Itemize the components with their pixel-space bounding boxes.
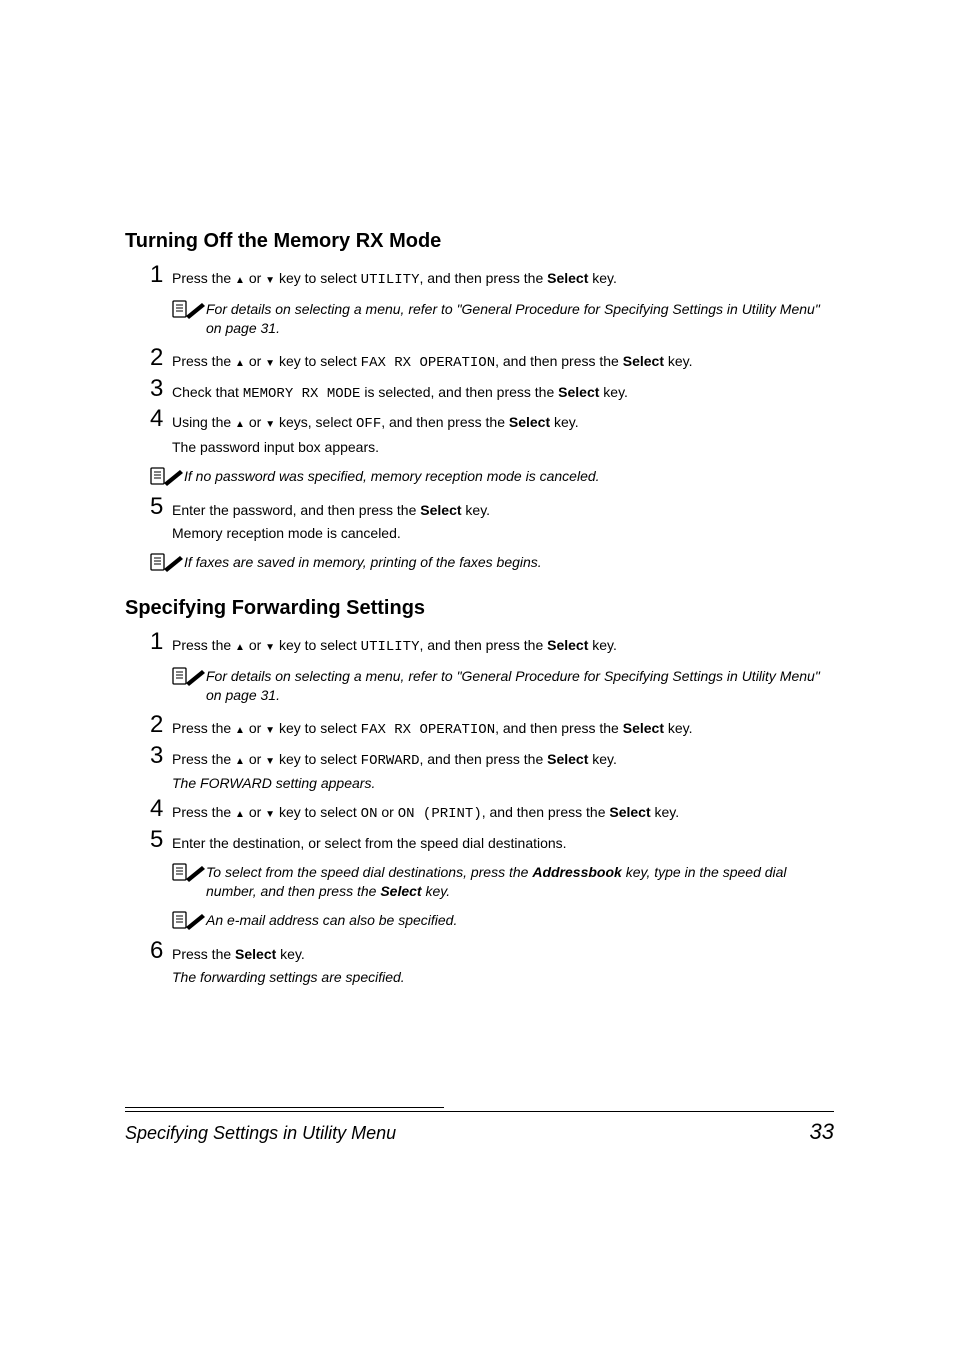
step-text: Check that MEMORY RX MODE is selected, a… — [172, 377, 834, 404]
up-arrow-icon — [235, 414, 245, 430]
down-arrow-icon — [265, 720, 275, 736]
section1-body: 1 Press the or key to select UTILITY, an… — [150, 263, 834, 573]
s1-step5-sub: Memory reception mode is canceled. — [172, 524, 834, 543]
step-number: 4 — [150, 407, 172, 431]
note-text: An e-mail address can also be specified. — [206, 909, 834, 930]
page: Turning Off the Memory RX Mode 1 Press t… — [0, 0, 954, 1350]
s2-step4: 4 Press the or key to select ON or ON (P… — [150, 797, 834, 824]
footer-rule — [125, 1107, 834, 1113]
step-number: 2 — [150, 346, 172, 370]
up-arrow-icon — [235, 804, 245, 820]
up-arrow-icon — [235, 720, 245, 736]
down-arrow-icon — [265, 804, 275, 820]
step-number: 3 — [150, 377, 172, 401]
s1-note1: For details on selecting a menu, refer t… — [172, 298, 834, 338]
down-arrow-icon — [265, 353, 275, 369]
s1-note2: If no password was specified, memory rec… — [150, 465, 834, 487]
section2-body: 1 Press the or key to select UTILITY, an… — [150, 630, 834, 987]
down-arrow-icon — [265, 270, 275, 286]
down-arrow-icon — [265, 751, 275, 767]
s1-note3: If faxes are saved in memory, printing o… — [150, 551, 834, 573]
step-text: Using the or keys, select OFF, and then … — [172, 407, 834, 434]
step-text: Enter the destination, or select from th… — [172, 828, 834, 853]
note-text: For details on selecting a menu, refer t… — [206, 298, 834, 338]
note-text: If no password was specified, memory rec… — [184, 465, 834, 486]
note-text: If faxes are saved in memory, printing o… — [184, 551, 834, 572]
s1-step4: 4 Using the or keys, select OFF, and the… — [150, 407, 834, 434]
s1-step4-sub: The password input box appears. — [172, 438, 834, 457]
step-number: 1 — [150, 630, 172, 654]
step-text: Press the or key to select FORWARD, and … — [172, 744, 834, 771]
footer-title: Specifying Settings in Utility Menu — [125, 1123, 396, 1144]
s2-step3-sub: The FORWARD setting appears. — [172, 774, 834, 793]
step-text: Press the or key to select ON or ON (PRI… — [172, 797, 834, 824]
step-text: Press the or key to select UTILITY, and … — [172, 263, 834, 290]
step-text: Press the Select key. — [172, 939, 834, 964]
step-number: 5 — [150, 495, 172, 519]
s2-note3: An e-mail address can also be specified. — [172, 909, 834, 931]
down-arrow-icon — [265, 414, 275, 430]
step-number: 2 — [150, 713, 172, 737]
note-icon — [150, 551, 184, 573]
heading-memory-rx: Turning Off the Memory RX Mode — [125, 230, 834, 253]
up-arrow-icon — [235, 353, 245, 369]
s2-step2: 2 Press the or key to select FAX RX OPER… — [150, 713, 834, 740]
step-text: Press the or key to select UTILITY, and … — [172, 630, 834, 657]
step-text: Press the or key to select FAX RX OPERAT… — [172, 713, 834, 740]
note-icon — [172, 665, 206, 687]
up-arrow-icon — [235, 751, 245, 767]
s1-step5: 5 Enter the password, and then press the… — [150, 495, 834, 520]
step-number: 6 — [150, 939, 172, 963]
s2-step6: 6 Press the Select key. — [150, 939, 834, 964]
heading-forwarding: Specifying Forwarding Settings — [125, 597, 834, 620]
note-text: To select from the speed dial destinatio… — [206, 861, 834, 901]
step-number: 3 — [150, 744, 172, 768]
note-icon — [172, 298, 206, 320]
step-text: Enter the password, and then press the S… — [172, 495, 834, 520]
step-text: Press the or key to select FAX RX OPERAT… — [172, 346, 834, 373]
s1-step1: 1 Press the or key to select UTILITY, an… — [150, 263, 834, 290]
note-icon — [172, 909, 206, 931]
s2-step5: 5 Enter the destination, or select from … — [150, 828, 834, 853]
footer-page-number: 33 — [810, 1119, 834, 1145]
note-text: For details on selecting a menu, refer t… — [206, 665, 834, 705]
s2-step6-sub: The forwarding settings are specified. — [172, 968, 834, 987]
s2-step1: 1 Press the or key to select UTILITY, an… — [150, 630, 834, 657]
s2-step3: 3 Press the or key to select FORWARD, an… — [150, 744, 834, 771]
step-number: 4 — [150, 797, 172, 821]
step-number: 5 — [150, 828, 172, 852]
note-icon — [150, 465, 184, 487]
step-number: 1 — [150, 263, 172, 287]
s1-step2: 2 Press the or key to select FAX RX OPER… — [150, 346, 834, 373]
up-arrow-icon — [235, 270, 245, 286]
s1-step3: 3 Check that MEMORY RX MODE is selected,… — [150, 377, 834, 404]
note-icon — [172, 861, 206, 883]
s2-note1: For details on selecting a menu, refer t… — [172, 665, 834, 705]
down-arrow-icon — [265, 637, 275, 653]
s2-note2: To select from the speed dial destinatio… — [172, 861, 834, 901]
up-arrow-icon — [235, 637, 245, 653]
page-footer: Specifying Settings in Utility Menu 33 — [125, 1107, 834, 1145]
